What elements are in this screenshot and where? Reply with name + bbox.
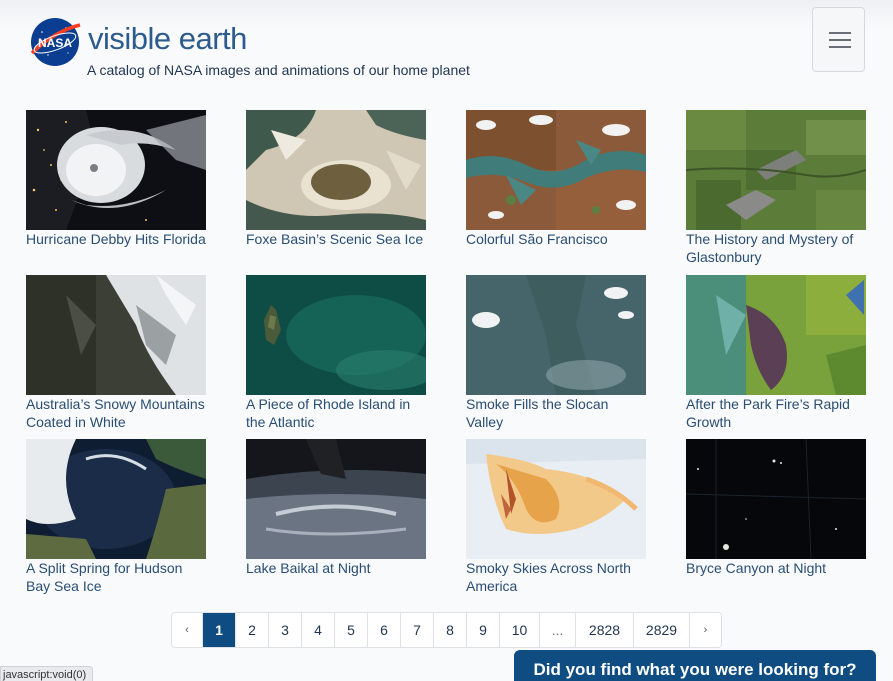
pagination-prev-button[interactable]: ‹ (172, 613, 203, 647)
pagination-page-2[interactable]: 2 (236, 613, 269, 647)
gallery-item[interactable]: Lake Baikal at Night (246, 439, 426, 578)
image-gallery: Hurricane Debby Hits Florida Foxe Basin’… (26, 110, 866, 600)
pagination-page-9[interactable]: 9 (467, 613, 500, 647)
gallery-item[interactable]: Bryce Canyon at Night (686, 439, 866, 578)
thumbnail-image[interactable] (26, 275, 206, 395)
gallery-item-title[interactable]: Lake Baikal at Night (246, 560, 426, 578)
status-bar-url: javascript:void(0) (0, 666, 94, 681)
logo-text: NASA (38, 36, 72, 50)
gallery-item[interactable]: Colorful São Francisco (466, 110, 646, 249)
feedback-button[interactable]: Did you find what you were looking for? (514, 650, 876, 681)
pagination-page-8[interactable]: 8 (434, 613, 467, 647)
pagination-page-1[interactable]: 1 (203, 613, 236, 647)
gallery-item[interactable]: The History and Mystery of Glastonbury (686, 110, 866, 266)
thumbnail-image[interactable] (466, 439, 646, 559)
thumbnail-image[interactable] (686, 439, 866, 559)
pagination-page-2828[interactable]: 2828 (576, 613, 634, 647)
thumbnail-image[interactable] (466, 275, 646, 395)
gallery-item[interactable]: A Split Spring for Hudson Bay Sea Ice (26, 439, 206, 595)
hamburger-icon (829, 32, 851, 34)
site-header: NASA visible earth A catalog of NASA ima… (0, 0, 893, 96)
gallery-item-title[interactable]: The History and Mystery of Glastonbury (686, 231, 866, 266)
hamburger-icon-bar (829, 39, 851, 41)
thumbnail-image[interactable] (246, 275, 426, 395)
gallery-item[interactable]: Smoke Fills the Slocan Valley (466, 275, 646, 431)
site-brand[interactable]: visible earth (88, 19, 247, 59)
pagination-page-3[interactable]: 3 (269, 613, 302, 647)
pagination: ‹ 1 2 3 4 5 6 7 8 9 10 ... 2828 2829 › (171, 612, 722, 648)
gallery-item-title[interactable]: A Split Spring for Hudson Bay Sea Ice (26, 560, 206, 595)
gallery-item[interactable]: After the Park Fire’s Rapid Growth (686, 275, 866, 431)
gallery-item[interactable]: Hurricane Debby Hits Florida (26, 110, 206, 249)
thumbnail-image[interactable] (246, 439, 426, 559)
gallery-item-title[interactable]: Bryce Canyon at Night (686, 560, 866, 578)
hamburger-icon-bar (829, 46, 851, 48)
gallery-item[interactable]: Foxe Basin’s Scenic Sea Ice (246, 110, 426, 249)
gallery-item-title[interactable]: Smoke Fills the Slocan Valley (466, 396, 646, 431)
thumbnail-image[interactable] (466, 110, 646, 230)
site-tagline: A catalog of NASA images and animations … (87, 62, 470, 78)
pagination-page-6[interactable]: 6 (368, 613, 401, 647)
gallery-item-title[interactable]: Australia’s Snowy Mountains Coated in Wh… (26, 396, 206, 431)
gallery-item-title[interactable]: Foxe Basin’s Scenic Sea Ice (246, 231, 426, 249)
thumbnail-image[interactable] (26, 439, 206, 559)
pagination-page-4[interactable]: 4 (302, 613, 335, 647)
thumbnail-image[interactable] (246, 110, 426, 230)
gallery-item[interactable]: A Piece of Rhode Island in the Atlantic (246, 275, 426, 431)
gallery-item[interactable]: Smoky Skies Across North America (466, 439, 646, 595)
pagination-page-10[interactable]: 10 (500, 613, 540, 647)
pagination-ellipsis: ... (540, 613, 576, 647)
gallery-item-title[interactable]: Colorful São Francisco (466, 231, 646, 249)
thumbnail-image[interactable] (686, 275, 866, 395)
gallery-item-title[interactable]: Hurricane Debby Hits Florida (26, 231, 206, 249)
thumbnail-image[interactable] (686, 110, 866, 230)
gallery-item-title[interactable]: Smoky Skies Across North America (466, 560, 646, 595)
site-logo[interactable]: NASA visible earth A catalog of NASA ima… (28, 17, 498, 83)
pagination-page-5[interactable]: 5 (335, 613, 368, 647)
gallery-item-title[interactable]: After the Park Fire’s Rapid Growth (686, 396, 866, 431)
pagination-next-button[interactable]: › (690, 613, 721, 647)
menu-button[interactable] (812, 7, 865, 72)
thumbnail-image[interactable] (26, 110, 206, 230)
pagination-page-7[interactable]: 7 (401, 613, 434, 647)
nasa-logo-icon: NASA (30, 18, 81, 66)
gallery-item-title[interactable]: A Piece of Rhode Island in the Atlantic (246, 396, 426, 431)
gallery-item[interactable]: Australia’s Snowy Mountains Coated in Wh… (26, 275, 206, 431)
pagination-page-2829[interactable]: 2829 (634, 613, 690, 647)
